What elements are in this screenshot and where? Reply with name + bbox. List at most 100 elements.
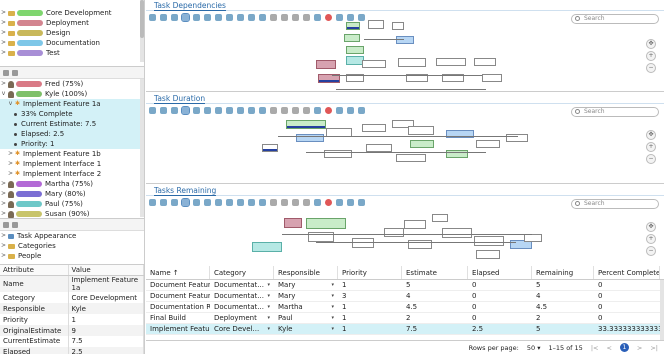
collapse-icon[interactable] bbox=[12, 221, 18, 228]
chart-tool-icon[interactable] bbox=[204, 199, 211, 206]
chart-tool-icon[interactable] bbox=[292, 14, 299, 21]
expand-icon[interactable] bbox=[3, 221, 9, 228]
search-input[interactable]: Search bbox=[571, 199, 659, 209]
task-node[interactable] bbox=[474, 236, 504, 246]
chart-tool-icon[interactable] bbox=[325, 14, 332, 21]
tree-item-fred[interactable]: > Fred (75%) bbox=[0, 79, 144, 89]
chart-tool-icon[interactable] bbox=[237, 107, 244, 114]
tree-item-category[interactable]: > Core Development bbox=[0, 8, 144, 18]
expand-arrow-icon[interactable]: > bbox=[0, 79, 7, 89]
task-node[interactable] bbox=[524, 234, 542, 242]
chevron-down-icon[interactable]: ▾ bbox=[331, 302, 334, 312]
chart-tool-icon[interactable] bbox=[226, 14, 233, 21]
chart-tool-icon[interactable] bbox=[303, 199, 310, 206]
panel-title-remaining[interactable]: Tasks Remaining bbox=[146, 185, 664, 197]
collapse-icon[interactable] bbox=[12, 69, 18, 76]
chart-tool-icon[interactable] bbox=[281, 14, 288, 21]
expand-icon[interactable] bbox=[3, 69, 9, 76]
table-cell[interactable]: Documentat... ▾ bbox=[210, 291, 274, 301]
chevron-down-icon[interactable]: ▾ bbox=[267, 302, 270, 312]
table-cell[interactable]: Core Devel... ▾ bbox=[210, 324, 274, 334]
chart-tool-icon[interactable] bbox=[281, 199, 288, 206]
chart-tool-icon[interactable] bbox=[193, 199, 200, 206]
table-cell[interactable]: Martha ▾ bbox=[274, 302, 338, 312]
column-header[interactable]: Name ↑ bbox=[146, 266, 210, 279]
chart-tool-icon[interactable] bbox=[281, 107, 288, 114]
chart-tool-icon[interactable] bbox=[181, 13, 190, 22]
expand-arrow-icon[interactable]: > bbox=[0, 241, 7, 251]
chart-tool-icon[interactable] bbox=[259, 107, 266, 114]
table-row[interactable]: Documentation Revi...Documentat...▾Marth… bbox=[146, 302, 664, 313]
task-node[interactable] bbox=[476, 140, 500, 148]
tree-item-category[interactable]: > Test bbox=[0, 48, 144, 58]
table-cell[interactable]: Documentat... ▾ bbox=[210, 280, 274, 290]
task-node[interactable] bbox=[346, 22, 360, 30]
settings-item-categories[interactable]: > Categories bbox=[0, 241, 144, 251]
chart-tool-icon[interactable] bbox=[270, 107, 277, 114]
chevron-down-icon[interactable]: ▾ bbox=[267, 280, 270, 290]
chart-tool-icon[interactable] bbox=[181, 106, 190, 115]
last-page-icon[interactable]: >| bbox=[650, 344, 658, 352]
chart-tool-icon[interactable] bbox=[248, 199, 255, 206]
tree-item-person[interactable]: > Mary (80%) bbox=[0, 189, 144, 199]
expand-arrow-icon[interactable]: > bbox=[0, 251, 7, 261]
chart-tool-icon[interactable] bbox=[237, 199, 244, 206]
zoom-in-icon[interactable]: + bbox=[646, 234, 656, 244]
chart-tool-icon[interactable] bbox=[171, 107, 178, 114]
expand-arrow-icon[interactable]: > bbox=[0, 48, 7, 58]
task-node[interactable] bbox=[384, 228, 404, 237]
task-node[interactable] bbox=[366, 144, 392, 152]
table-row[interactable]: Implement Feature Core Devel... ▾ Kyle ▾ 1 7.5… bbox=[146, 324, 664, 335]
chevron-down-icon[interactable]: ▾ bbox=[267, 324, 270, 334]
property-row[interactable]: OriginalEstimate 9 bbox=[0, 325, 144, 336]
first-page-icon[interactable]: |< bbox=[591, 344, 599, 352]
chart-tool-icon[interactable] bbox=[336, 107, 343, 114]
chart-tool-icon[interactable] bbox=[204, 107, 211, 114]
table-row[interactable]: Final Build Deployment ▾ Paul ▾ 1 2 0 2 0 bbox=[146, 313, 664, 324]
tree-item-category[interactable]: > Documentation bbox=[0, 38, 144, 48]
chart-tool-icon[interactable] bbox=[204, 14, 211, 21]
chart-tool-icon[interactable] bbox=[248, 107, 255, 114]
column-header[interactable]: Elapsed bbox=[468, 266, 532, 279]
chart-tool-icon[interactable] bbox=[193, 107, 200, 114]
chart-tool-icon[interactable] bbox=[215, 199, 222, 206]
chart-tool-icon[interactable] bbox=[149, 14, 156, 21]
task-node[interactable] bbox=[442, 228, 472, 238]
table-cell[interactable]: Mary ▾ bbox=[274, 280, 338, 290]
chart-tool-icon[interactable] bbox=[314, 199, 321, 206]
task-node[interactable] bbox=[252, 242, 282, 252]
task-node[interactable] bbox=[306, 218, 346, 229]
chart-tool-icon[interactable] bbox=[270, 199, 277, 206]
table-row[interactable]: Document Feature 2Documentat...▾Mary▾ 3 4 0… bbox=[146, 291, 664, 302]
column-header[interactable]: Remaining bbox=[532, 266, 594, 279]
chevron-down-icon[interactable]: ▾ bbox=[331, 313, 334, 323]
table-cell[interactable]: Mary ▾ bbox=[274, 291, 338, 301]
expand-arrow-icon[interactable]: > bbox=[0, 28, 7, 38]
task-node[interactable] bbox=[346, 46, 364, 54]
category-scroll-thumb[interactable] bbox=[140, 0, 144, 38]
tree-item-kyle[interactable]: v Kyle (100%) bbox=[0, 89, 144, 99]
panel-title-duration[interactable]: Task Duration bbox=[146, 93, 664, 105]
zoom-out-icon[interactable]: − bbox=[646, 154, 656, 164]
task-node[interactable] bbox=[398, 58, 426, 67]
chart-tool-icon[interactable] bbox=[215, 107, 222, 114]
zoom-out-icon[interactable]: − bbox=[646, 63, 656, 73]
table-row[interactable]: Document Feature 1Documentat...▾Mary▾ 1 5 0… bbox=[146, 280, 664, 291]
chart-tool-icon[interactable] bbox=[160, 107, 167, 114]
chart-tool-icon[interactable] bbox=[193, 14, 200, 21]
task-node[interactable] bbox=[368, 20, 384, 29]
settings-item-appearance[interactable]: > Task Appearance bbox=[0, 231, 144, 241]
property-row[interactable]: CurrentEstimate 7.5 bbox=[0, 335, 144, 347]
chart-tool-icon[interactable] bbox=[325, 107, 332, 114]
property-row[interactable]: Category Core Development bbox=[0, 292, 144, 304]
panel-title-dependencies[interactable]: Task Dependencies bbox=[146, 0, 664, 12]
settings-item-people[interactable]: > People bbox=[0, 251, 144, 261]
chart-tool-icon[interactable] bbox=[325, 199, 332, 206]
property-row[interactable]: Priority 1 bbox=[0, 314, 144, 326]
tree-item-task-selected[interactable]: v ✱ Implement Feature 1a bbox=[0, 99, 144, 109]
chart-tool-icon[interactable] bbox=[259, 199, 266, 206]
tree-item-category[interactable]: > Deployment bbox=[0, 18, 144, 28]
expand-arrow-icon[interactable]: > bbox=[0, 8, 7, 18]
zoom-in-icon[interactable]: + bbox=[646, 51, 656, 61]
expand-arrow-icon[interactable]: > bbox=[0, 199, 7, 209]
